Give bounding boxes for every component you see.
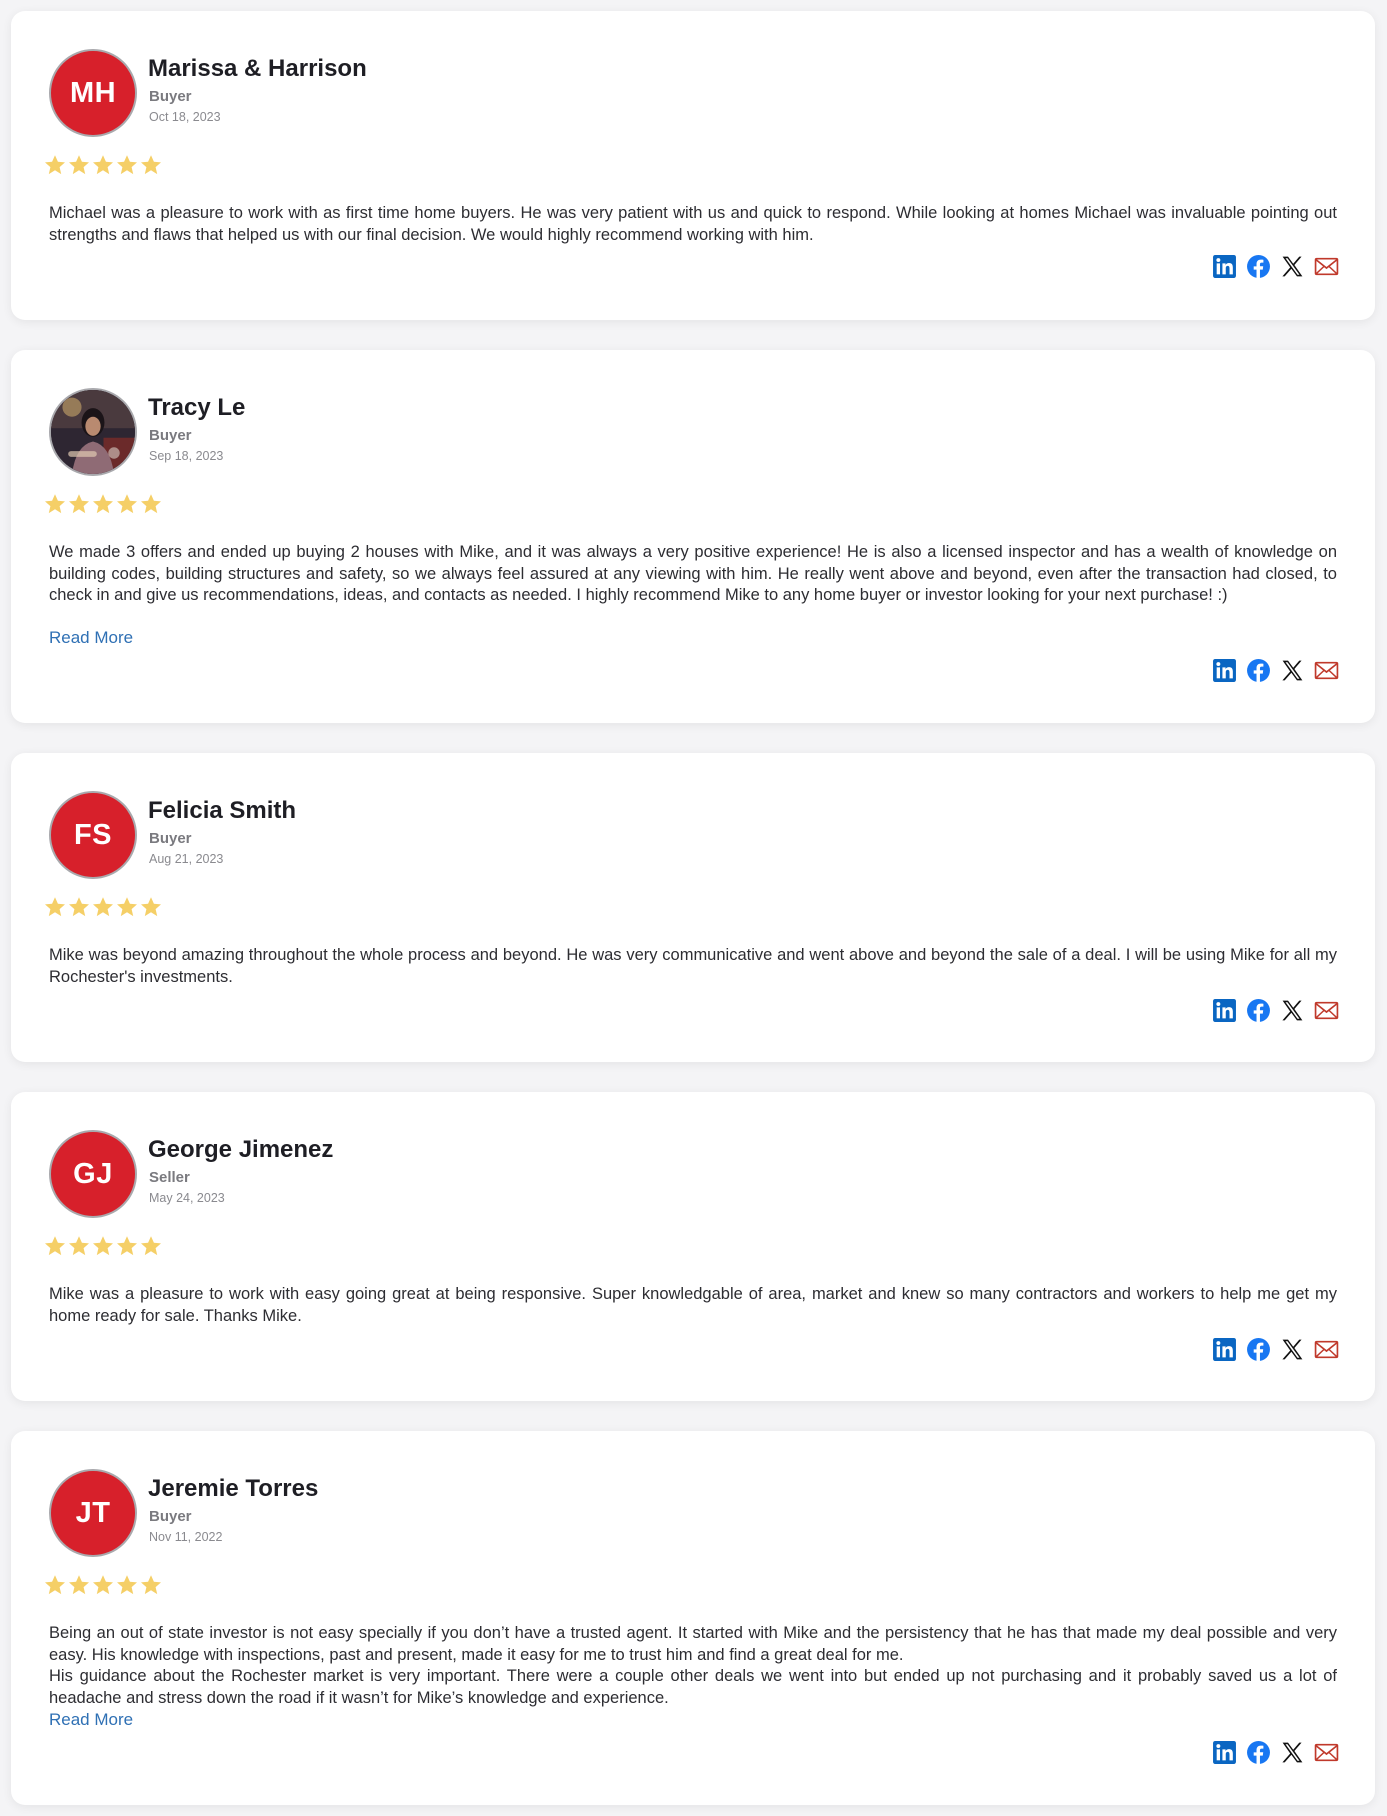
star-icon: [69, 155, 89, 175]
x-icon[interactable]: [1280, 254, 1305, 279]
x-icon[interactable]: [1280, 998, 1305, 1023]
reviewer-role: Buyer: [149, 830, 192, 847]
facebook-icon[interactable]: [1246, 254, 1271, 279]
reviewer-name: Marissa & Harrison: [148, 55, 367, 82]
facebook-icon[interactable]: [1246, 658, 1271, 683]
review-text: Mike was beyond amazing throughout the w…: [49, 945, 1337, 988]
review-card: MH Marissa & Harrison Buyer Oct 18, 2023…: [11, 11, 1375, 320]
star-icon: [69, 1575, 89, 1595]
share-buttons: [1212, 1337, 1339, 1362]
review-card: JT Jeremie Torres Buyer Nov 11, 2022 Bei…: [11, 1431, 1375, 1805]
star-icon: [117, 1236, 137, 1256]
star-icon: [69, 494, 89, 514]
star-icon: [117, 1575, 137, 1595]
reviewer-name: George Jimenez: [148, 1136, 334, 1163]
linkedin-icon[interactable]: [1212, 658, 1237, 683]
email-icon[interactable]: [1314, 998, 1339, 1023]
review-text: Being an out of state investor is not ea…: [49, 1623, 1337, 1710]
star-rating: [43, 1234, 163, 1258]
avatar: GJ: [49, 1130, 137, 1218]
reviewer-role: Buyer: [149, 1508, 192, 1525]
star-icon: [45, 1236, 65, 1256]
reviewer-name: Jeremie Torres: [148, 1475, 319, 1502]
reviewer-role: Buyer: [149, 427, 192, 444]
avatar: [49, 388, 137, 476]
star-icon: [117, 494, 137, 514]
email-icon[interactable]: [1314, 254, 1339, 279]
review-card: GJ George Jimenez Seller May 24, 2023 Mi…: [11, 1092, 1375, 1401]
star-rating: [43, 492, 163, 516]
star-icon: [45, 494, 65, 514]
avatar: MH: [49, 49, 137, 137]
profile-photo: [51, 390, 135, 474]
x-icon[interactable]: [1280, 1740, 1305, 1765]
reviewer-role: Seller: [149, 1169, 190, 1186]
star-icon: [93, 155, 113, 175]
reviews-list: MH Marissa & Harrison Buyer Oct 18, 2023…: [0, 0, 1387, 1816]
star-icon: [93, 1236, 113, 1256]
review-date: Sep 18, 2023: [149, 449, 224, 463]
star-icon: [141, 897, 161, 917]
star-icon: [69, 897, 89, 917]
linkedin-icon[interactable]: [1212, 254, 1237, 279]
email-icon[interactable]: [1314, 1740, 1339, 1765]
share-buttons: [1212, 1740, 1339, 1765]
review-date: Aug 21, 2023: [149, 852, 224, 866]
linkedin-icon[interactable]: [1212, 998, 1237, 1023]
star-icon: [117, 897, 137, 917]
star-rating: [43, 895, 163, 919]
review-paragraph: Mike was beyond amazing throughout the w…: [49, 946, 1337, 986]
star-icon: [93, 494, 113, 514]
reviewer-name: Felicia Smith: [148, 797, 297, 824]
email-icon[interactable]: [1314, 1337, 1339, 1362]
share-buttons: [1212, 998, 1339, 1023]
reviewer-role: Buyer: [149, 88, 192, 105]
read-more-link[interactable]: Read More: [49, 1710, 133, 1730]
review-paragraph: We made 3 offers and ended up buying 2 h…: [49, 543, 1337, 605]
avatar: FS: [49, 791, 137, 879]
star-icon: [141, 155, 161, 175]
review-date: Nov 11, 2022: [149, 1530, 223, 1544]
linkedin-icon[interactable]: [1212, 1337, 1237, 1362]
star-icon: [93, 1575, 113, 1595]
star-icon: [45, 897, 65, 917]
review-paragraph: Michael was a pleasure to work with as f…: [49, 204, 1337, 244]
linkedin-icon[interactable]: [1212, 1740, 1237, 1765]
review-text: Michael was a pleasure to work with as f…: [49, 203, 1337, 246]
x-icon[interactable]: [1280, 658, 1305, 683]
star-icon: [117, 155, 137, 175]
review-text: We made 3 offers and ended up buying 2 h…: [49, 542, 1337, 607]
reviewer-name: Tracy Le: [148, 394, 246, 421]
star-icon: [141, 1236, 161, 1256]
star-rating: [43, 153, 163, 177]
review-text: Mike was a pleasure to work with easy go…: [49, 1284, 1337, 1327]
review-card: FS Felicia Smith Buyer Aug 21, 2023 Mike…: [11, 753, 1375, 1062]
review-date: May 24, 2023: [149, 1191, 225, 1205]
x-icon[interactable]: [1280, 1337, 1305, 1362]
facebook-icon[interactable]: [1246, 998, 1271, 1023]
review-paragraph: Being an out of state investor is not ea…: [49, 1624, 1337, 1664]
star-icon: [93, 897, 113, 917]
star-icon: [69, 1236, 89, 1256]
email-icon[interactable]: [1314, 658, 1339, 683]
review-date: Oct 18, 2023: [149, 110, 221, 124]
star-rating: [43, 1573, 163, 1597]
facebook-icon[interactable]: [1246, 1740, 1271, 1765]
star-icon: [45, 1575, 65, 1595]
facebook-icon[interactable]: [1246, 1337, 1271, 1362]
review-paragraph: His guidance about the Rochester market …: [49, 1667, 1337, 1708]
star-icon: [45, 155, 65, 175]
share-buttons: [1212, 658, 1339, 683]
review-card: Tracy Le Buyer Sep 18, 2023 We made 3 of…: [11, 350, 1375, 723]
review-paragraph: Mike was a pleasure to work with easy go…: [49, 1285, 1337, 1325]
avatar: JT: [49, 1469, 137, 1557]
star-icon: [141, 494, 161, 514]
share-buttons: [1212, 254, 1339, 279]
read-more-link[interactable]: Read More: [49, 628, 133, 648]
star-icon: [141, 1575, 161, 1595]
